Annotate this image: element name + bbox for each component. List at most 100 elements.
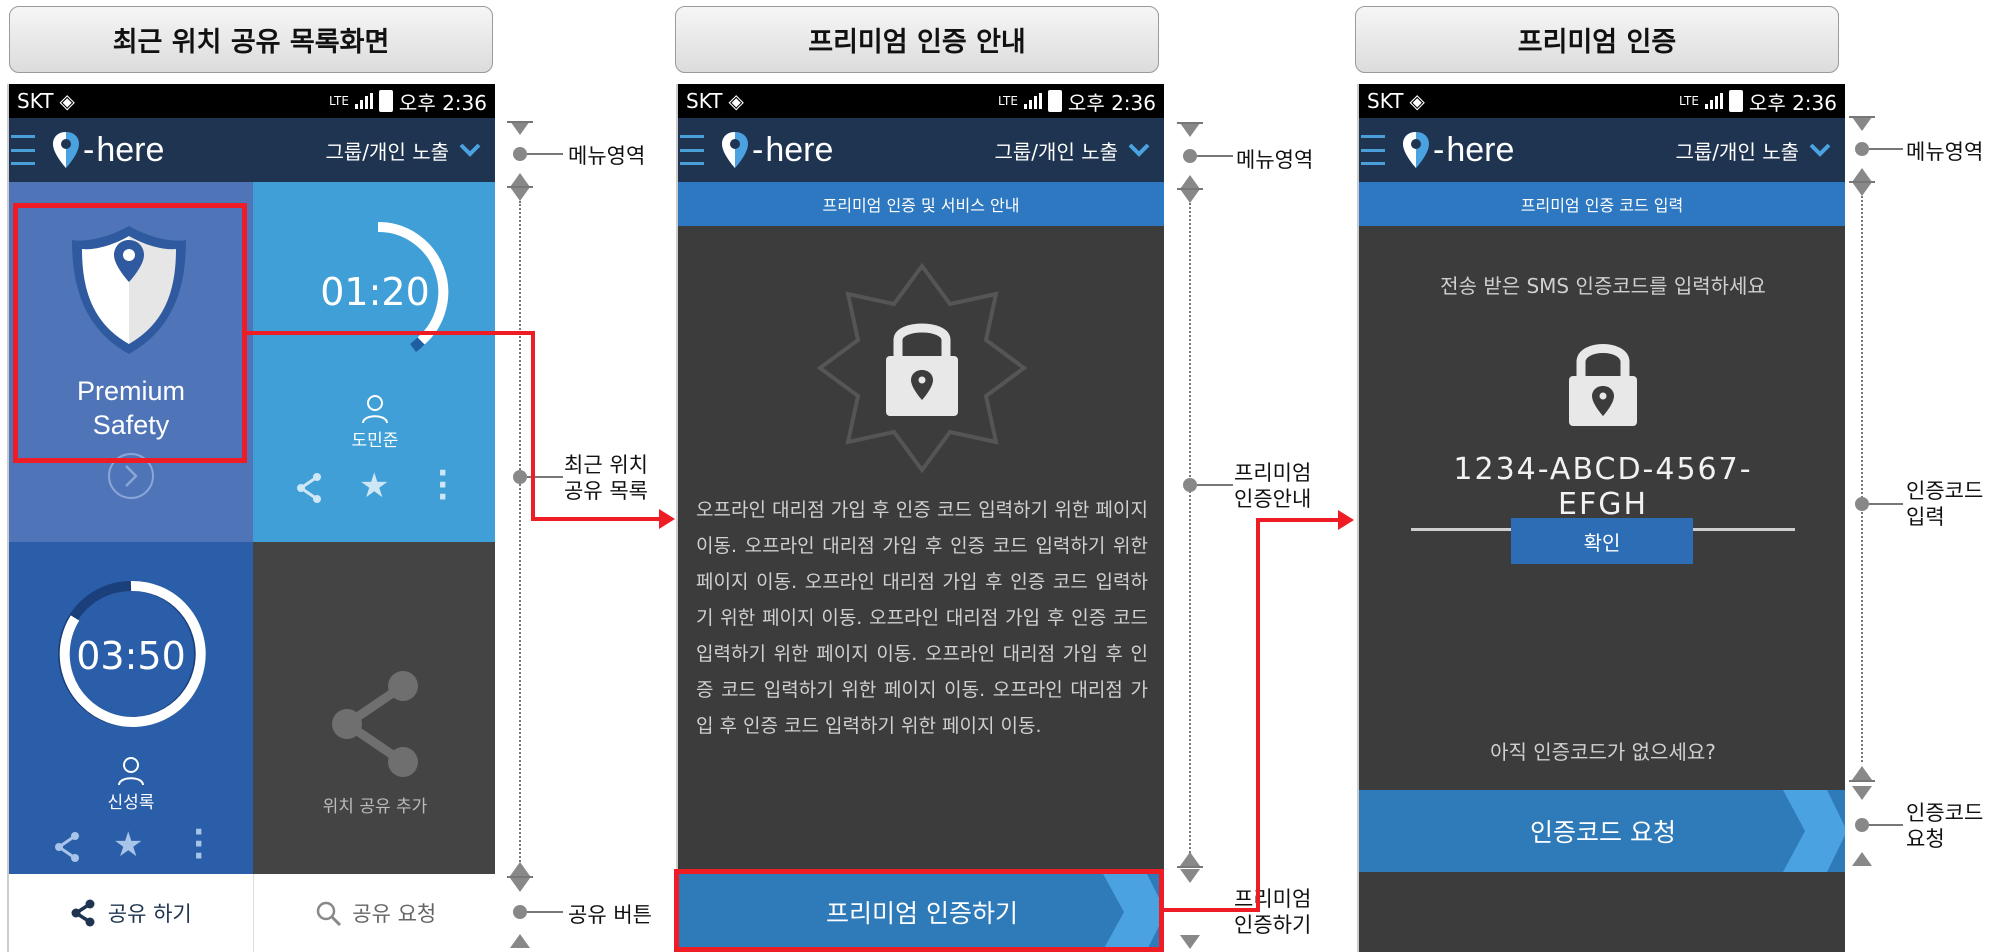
app-bar: - here 그룹/개인 노출	[1359, 118, 1845, 182]
ruler-arrow-icon	[1180, 175, 1200, 189]
clock: 오후 2:36	[1067, 90, 1156, 115]
ruler-arrow-icon	[510, 121, 530, 135]
guide-header: 프리미엄 인증 및 서비스 안내	[678, 182, 1164, 226]
share-icon[interactable]	[295, 472, 323, 504]
lte-icon: LTE	[328, 94, 349, 108]
timer-value: 01:20	[320, 270, 430, 314]
status-bar: SKT ◈ LTE 오후 2:36	[9, 84, 495, 118]
chevron-down-icon	[1809, 143, 1831, 157]
phone-screen-premium-guide: SKT ◈ LTE 오후 2:36 - here 그룹/개인 노출 프리미엄 인증 …	[676, 84, 1164, 952]
ruler-leader	[527, 153, 563, 155]
ruler-line	[1189, 203, 1191, 853]
ruler-line	[1861, 196, 1863, 762]
ruler-arrow-icon	[1180, 189, 1200, 203]
gps-icon: ◈	[1409, 89, 1425, 113]
ruler-leader	[1197, 155, 1233, 157]
signal-icon	[1023, 93, 1042, 109]
request-tab[interactable]: 공유 요청	[254, 874, 496, 952]
clock: 오후 2:36	[398, 90, 487, 115]
ruler-tick	[1177, 188, 1203, 190]
ruler-arrow-icon	[1852, 852, 1872, 866]
ruler-arrow-icon	[1180, 123, 1200, 137]
add-share-label: 위치 공유 추가	[322, 797, 428, 817]
label-premium-auth: 프리미엄 인증하기	[1234, 887, 1312, 937]
battery-icon	[1728, 90, 1743, 112]
tile-user-shin[interactable]: 03:50 신성록 ★ · · ·	[9, 542, 253, 874]
share-icon[interactable]	[53, 831, 81, 863]
ruler-arrow-icon	[510, 173, 530, 187]
ruler-arrow-icon	[510, 878, 530, 892]
exposure-dropdown[interactable]: 그룹/개인 노출	[326, 136, 482, 165]
flow-arrowhead-icon	[1338, 510, 1354, 530]
no-code-text: 아직 인증코드가 없으세요?	[1490, 740, 1716, 764]
ruler-leader	[1869, 503, 1903, 505]
ruler-arrow-icon	[510, 187, 530, 201]
request-code-button[interactable]: 인증코드 요청	[1359, 790, 1845, 872]
user-name: 도민준	[351, 431, 399, 451]
label-code-input: 인증코드 입력	[1906, 479, 1984, 529]
label-menu-area: 메뉴영역	[1906, 140, 1984, 164]
signal-icon	[354, 93, 373, 109]
gps-icon: ◈	[59, 89, 75, 113]
status-bar: SKT ◈ LTE 오후 2:36	[678, 84, 1164, 118]
lte-icon: LTE	[997, 94, 1018, 108]
user-name: 신성록	[107, 793, 155, 813]
signal-icon	[1704, 93, 1723, 109]
person-icon	[362, 395, 388, 424]
title-recent-share-list: 최근 위치 공유 목록화면	[9, 6, 493, 73]
star-icon[interactable]: ★	[359, 466, 389, 506]
label-menu-area: 메뉴영역	[568, 144, 646, 168]
lte-icon: LTE	[1678, 94, 1699, 108]
location-search-icon	[317, 901, 342, 927]
person-icon	[118, 757, 144, 786]
ruler-knob	[1855, 818, 1869, 832]
flow-arrow-segment	[247, 331, 535, 335]
ruler-arrow-icon	[1852, 168, 1872, 182]
tile-user-domin[interactable]: 01:20 도민준 ★ · · ·	[253, 182, 495, 542]
auth-header: 프리미엄 인증 코드 입력	[1359, 182, 1845, 226]
exposure-dropdown[interactable]: 그룹/개인 노출	[995, 136, 1151, 165]
timer-value: 03:50	[76, 634, 186, 678]
ruler-knob	[1183, 149, 1197, 163]
hamburger-menu-icon[interactable]	[1361, 135, 1385, 165]
share-tab[interactable]: 공유 하기	[9, 874, 254, 952]
confirm-button[interactable]: 확인	[1511, 518, 1693, 564]
app-logo: - here	[51, 130, 164, 170]
arrow-shape-icon	[1783, 790, 1845, 872]
ruler-line	[519, 201, 521, 866]
ruler-knob	[513, 147, 527, 161]
ruler-tick	[1177, 866, 1203, 868]
flow-arrowhead-icon	[659, 509, 675, 529]
flow-arrow-segment	[531, 331, 535, 521]
label-share-button: 공유 버튼	[568, 903, 652, 927]
ruler-arrow-icon	[1180, 869, 1200, 883]
flow-arrow-segment	[531, 517, 661, 521]
hamburger-menu-icon[interactable]	[11, 135, 35, 165]
app-logo: - here	[720, 130, 833, 170]
tile-add-share[interactable]: 위치 공유 추가	[253, 542, 495, 874]
exposure-dropdown[interactable]: 그룹/개인 노출	[1676, 136, 1832, 165]
star-icon[interactable]: ★	[113, 825, 143, 865]
ruler-arrow-icon	[1852, 182, 1872, 196]
ruler-arrow-icon	[1852, 117, 1872, 131]
auth-prompt: 전송 받은 SMS 인증코드를 입력하세요	[1440, 274, 1766, 298]
hamburger-menu-icon[interactable]	[680, 135, 704, 165]
highlight-premium-tile	[13, 203, 247, 463]
ruler-knob	[1855, 497, 1869, 511]
chevron-down-icon	[1128, 143, 1150, 157]
more-vertical-icon[interactable]: · · ·	[437, 459, 448, 513]
chevron-down-icon	[459, 143, 481, 157]
ruler-tick	[507, 186, 533, 188]
title-premium-auth: 프리미엄 인증	[1355, 6, 1839, 73]
gps-icon: ◈	[728, 89, 744, 113]
highlight-premium-button	[674, 869, 1164, 952]
phone-screen-premium-auth: SKT ◈ LTE 오후 2:36 - here 그룹/개인 노출 프리미엄 인증 …	[1357, 84, 1845, 952]
ruler-knob	[513, 470, 527, 484]
battery-icon	[1047, 90, 1062, 112]
app-bar: - here 그룹/개인 노출	[678, 118, 1164, 182]
ruler-knob	[1183, 478, 1197, 492]
location-pin-icon	[53, 132, 79, 168]
more-vertical-icon[interactable]: · · ·	[193, 818, 204, 872]
ruler-arrow-icon	[510, 934, 530, 948]
app-logo: - here	[1401, 130, 1514, 170]
